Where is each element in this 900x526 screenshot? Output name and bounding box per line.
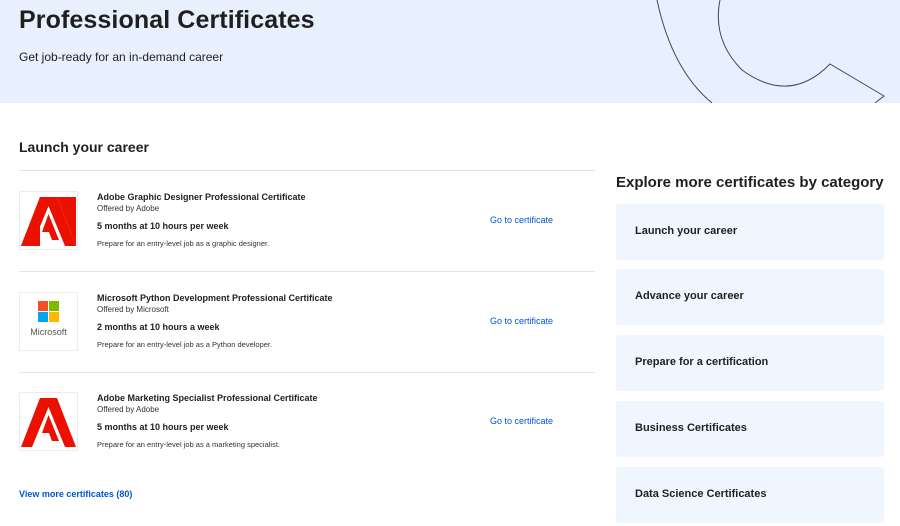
go-to-certificate-link[interactable]: Go to certificate: [490, 215, 553, 225]
category-label: Advance your career: [635, 290, 744, 302]
go-to-certificate-link[interactable]: Go to certificate: [490, 316, 553, 326]
category-launch-your-career[interactable]: Launch your career: [616, 204, 884, 260]
certificate-duration: 5 months at 10 hours per week: [97, 422, 229, 432]
certificate-title: Adobe Marketing Specialist Professional …: [97, 393, 318, 403]
category-label: Launch your career: [635, 225, 738, 237]
certificate-duration: 2 months at 10 hours a week: [97, 322, 220, 332]
hero-banner: Professional Certificates Get job-ready …: [0, 0, 900, 103]
certificate-title: Microsoft Python Development Professiona…: [97, 293, 333, 303]
category-prepare-for-certification[interactable]: Prepare for a certification: [616, 335, 884, 391]
adobe-logo-icon: [19, 191, 78, 250]
category-label: Prepare for a certification: [635, 356, 769, 368]
page-subtitle: Get job-ready for an in-demand career: [19, 50, 224, 64]
go-to-certificate-link[interactable]: Go to certificate: [490, 416, 553, 426]
certificate-description: Prepare for an entry-level job as a mark…: [97, 440, 281, 449]
section-title: Launch your career: [19, 139, 149, 155]
certificate-description: Prepare for an entry-level job as a grap…: [97, 239, 270, 248]
certificate-card: Adobe Marketing Specialist Professional …: [19, 372, 595, 472]
certificate-title: Adobe Graphic Designer Professional Cert…: [97, 192, 306, 202]
certificate-provider: Offered by Adobe: [97, 204, 160, 213]
view-more-certificates-link[interactable]: View more certificates (80): [19, 489, 132, 499]
certificate-description: Prepare for an entry-level job as a Pyth…: [97, 340, 273, 349]
category-label: Data Science Certificates: [635, 488, 767, 500]
adobe-logo-icon: [19, 392, 78, 451]
page-title: Professional Certificates: [19, 6, 315, 34]
microsoft-logo-icon: Microsoft: [19, 292, 78, 351]
certificate-card: Microsoft Microsoft Python Development P…: [19, 272, 595, 372]
certificate-duration: 5 months at 10 hours per week: [97, 221, 229, 231]
category-label: Business Certificates: [635, 422, 747, 434]
category-data-science-certificates[interactable]: Data Science Certificates: [616, 467, 884, 523]
category-business-certificates[interactable]: Business Certificates: [616, 401, 884, 457]
explore-categories-title: Explore more certificates by category: [616, 174, 884, 191]
category-advance-your-career[interactable]: Advance your career: [616, 269, 884, 325]
certificate-provider: Offered by Microsoft: [97, 305, 169, 314]
certificate-card: Adobe Graphic Designer Professional Cert…: [19, 171, 595, 271]
certificate-provider: Offered by Adobe: [97, 405, 160, 414]
microsoft-wordmark: Microsoft: [30, 327, 67, 337]
